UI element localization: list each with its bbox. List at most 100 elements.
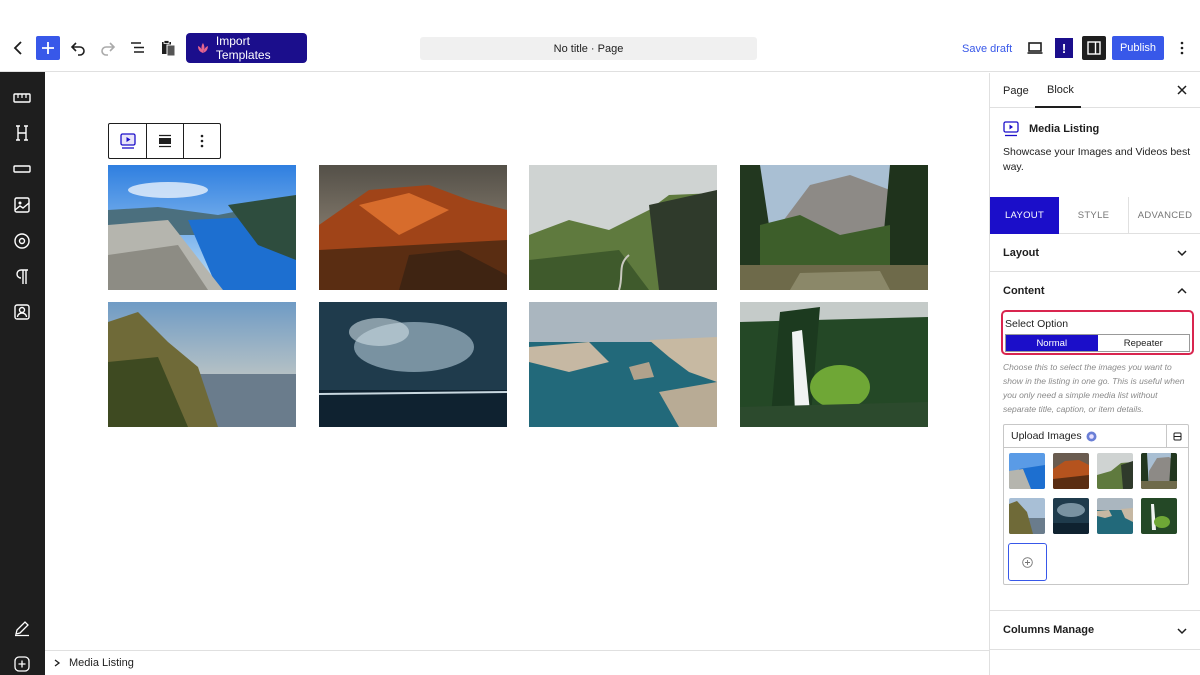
- upload-images-box: Upload Images: [1003, 424, 1189, 585]
- video-play-icon: [1003, 121, 1019, 137]
- option-normal-button[interactable]: Normal: [1006, 335, 1098, 351]
- close-icon[interactable]: [1176, 84, 1188, 96]
- plus-icon: [42, 42, 54, 54]
- preview-button[interactable]: [1024, 38, 1046, 58]
- circle-target-icon: [14, 233, 30, 249]
- gallery-image-red-mountain[interactable]: [319, 165, 507, 290]
- rail-edit-button[interactable]: [12, 618, 32, 638]
- ruler-icon: [13, 93, 31, 103]
- select-option-toggle: Normal Repeater: [1005, 334, 1190, 352]
- layout-section-title: Layout: [1003, 246, 1040, 259]
- chevron-down-icon: [1177, 250, 1187, 257]
- gallery-image-coastal-hills[interactable]: [108, 302, 296, 427]
- media-library-icon: [1086, 431, 1097, 441]
- gallery-image-sea-arches[interactable]: [529, 302, 717, 427]
- gallery-image-waterfall[interactable]: [740, 302, 928, 427]
- columns-manage-title: Columns Manage: [1003, 624, 1095, 636]
- thumbnail-image[interactable]: [1097, 453, 1133, 489]
- upload-menu-button[interactable]: [1166, 425, 1188, 448]
- thumbnail-image[interactable]: [1009, 498, 1045, 534]
- clipboard-button[interactable]: [153, 33, 183, 63]
- lotus-icon: [197, 43, 208, 53]
- plugin-alert-button[interactable]: !: [1055, 38, 1073, 58]
- import-templates-button[interactable]: Import Templates: [186, 33, 307, 63]
- divider-icon: [13, 165, 31, 173]
- tab-advanced[interactable]: ADVANCED: [1129, 197, 1200, 234]
- undo-icon: [70, 42, 85, 56]
- thumbnail-image[interactable]: [1053, 498, 1089, 534]
- more-vertical-icon: [1180, 41, 1184, 55]
- rail-target-button[interactable]: [12, 231, 32, 251]
- plus-circle-icon: [1022, 556, 1033, 568]
- settings-panel: Page Block Media Listing Showcase your I…: [989, 73, 1200, 675]
- panel-tabs: Page Block: [990, 73, 1200, 108]
- tab-block[interactable]: Block: [1035, 73, 1081, 108]
- select-option-label: Select Option: [1005, 318, 1069, 330]
- align-button[interactable]: [147, 124, 184, 158]
- option-repeater-button[interactable]: Repeater: [1098, 335, 1190, 351]
- block-description: Showcase your Images and Videos best way…: [1003, 146, 1191, 173]
- publish-button[interactable]: Publish: [1112, 36, 1164, 60]
- block-toolbar: [108, 123, 221, 159]
- thumbnail-image[interactable]: [1097, 498, 1133, 534]
- tab-style[interactable]: STYLE: [1059, 197, 1129, 234]
- gallery-image-fjord[interactable]: [108, 165, 296, 290]
- stack-icon: [1173, 432, 1182, 441]
- upload-images-header[interactable]: Upload Images: [1004, 425, 1188, 448]
- block-library-rail: [0, 72, 45, 675]
- rail-ruler-button[interactable]: [12, 88, 32, 108]
- add-block-button[interactable]: [36, 36, 60, 60]
- breadcrumb-item[interactable]: Media Listing: [69, 657, 134, 669]
- thumbnail-image[interactable]: [1141, 498, 1177, 534]
- tab-page[interactable]: Page: [1003, 73, 1029, 108]
- back-button[interactable]: [4, 33, 34, 63]
- rail-portrait-button[interactable]: [12, 302, 32, 322]
- chevron-up-icon: [1177, 287, 1187, 294]
- save-draft-button[interactable]: Save draft: [962, 43, 1012, 55]
- thumbnail-image[interactable]: [1053, 453, 1089, 489]
- gallery-image-green-cliffs[interactable]: [529, 165, 717, 290]
- block-options-button[interactable]: [184, 124, 220, 158]
- top-toolbar: Import Templates No title · Page Save dr…: [0, 0, 1200, 72]
- heading-icon: [16, 125, 28, 141]
- columns-manage-toggle[interactable]: Columns Manage: [990, 610, 1200, 650]
- upload-images-label: Upload Images: [1011, 430, 1082, 442]
- thumbnail-image[interactable]: [1141, 453, 1177, 489]
- rail-add-button[interactable]: [12, 654, 32, 674]
- tab-layout[interactable]: LAYOUT: [990, 197, 1059, 234]
- rail-divider-button[interactable]: [12, 159, 32, 179]
- content-section-toggle[interactable]: Content: [990, 272, 1200, 310]
- paragraph-icon: [16, 269, 28, 284]
- sidebar-icon: [1087, 41, 1101, 55]
- thumbnail-image[interactable]: [1009, 453, 1045, 489]
- gallery-image-forest-lake[interactable]: [740, 165, 928, 290]
- rail-paragraph-button[interactable]: [12, 267, 32, 287]
- portrait-icon: [14, 304, 30, 320]
- rail-image-button[interactable]: [12, 195, 32, 215]
- desktop-icon: [1027, 42, 1043, 54]
- redo-button[interactable]: [93, 33, 123, 63]
- select-option-control: Select Option Normal Repeater: [1001, 310, 1194, 355]
- video-play-icon: [119, 133, 136, 149]
- plus-circle-icon: [14, 656, 30, 672]
- layout-section-toggle[interactable]: Layout: [990, 234, 1200, 272]
- block-breadcrumb: Media Listing: [45, 650, 989, 675]
- document-overview-button[interactable]: [123, 33, 153, 63]
- editor-canvas: [45, 73, 989, 650]
- document-title-bar[interactable]: No title · Page: [420, 37, 757, 60]
- pencil-icon: [15, 621, 29, 637]
- block-type-button[interactable]: [109, 124, 147, 158]
- settings-sidebar-toggle[interactable]: [1082, 36, 1106, 60]
- clipboard-icon: [162, 40, 176, 57]
- more-vertical-icon: [200, 134, 204, 148]
- chevron-right-icon: [54, 659, 61, 667]
- inspector-tabs: LAYOUT STYLE ADVANCED: [990, 197, 1200, 234]
- options-menu-button[interactable]: [1174, 38, 1190, 58]
- undo-button[interactable]: [63, 33, 93, 63]
- add-image-button[interactable]: [1008, 543, 1047, 581]
- image-icon: [14, 197, 30, 213]
- redo-icon: [101, 42, 116, 56]
- rail-heading-button[interactable]: [12, 123, 32, 143]
- content-section-title: Content: [1003, 285, 1045, 297]
- gallery-image-storm-clouds[interactable]: [319, 302, 507, 427]
